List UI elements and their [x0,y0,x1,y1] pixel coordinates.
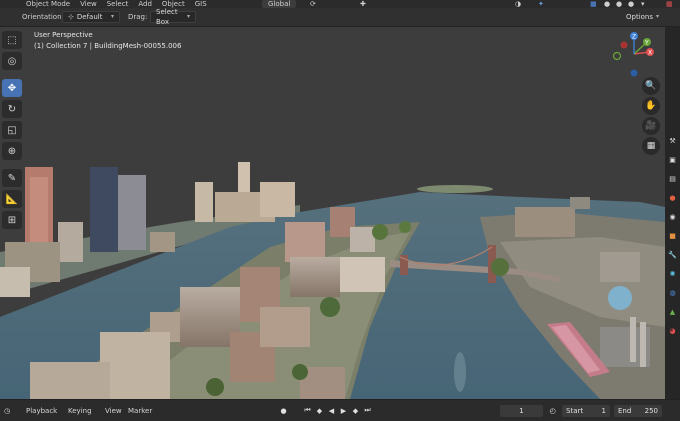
end-label: End [618,406,632,415]
jump-end-icon[interactable]: ⏭ [362,405,373,416]
start-value: 1 [601,406,606,415]
menu-gis[interactable]: GIS [195,0,207,8]
select-box-icon[interactable]: ⬚ [2,31,22,49]
transform-orientation-dropdown[interactable]: Global [262,0,297,8]
navigation-gizmo[interactable]: Z X Y [606,30,658,82]
scene-tab-icon[interactable]: ● [667,192,678,203]
chevron-down-icon: ▾ [186,13,190,20]
city-scene [0,27,665,399]
start-frame-field[interactable]: Start 1 [562,404,610,417]
chevron-down-icon: ▾ [656,13,660,20]
clock-icon[interactable]: ◷ [4,407,10,415]
annotate-icon[interactable]: ✎ [2,169,22,187]
zoom-icon[interactable]: 🔍 [642,77,660,95]
editor-icon[interactable]: ▦ [666,0,673,8]
data-tab-icon[interactable]: ▲ [667,306,678,317]
menu-playback[interactable]: Playback [26,407,57,415]
tool-settings-bar: Orientation: ⊹ Default ▾ Drag: Select Bo… [0,8,680,27]
tool-shelf: ⬚ ◎ ✥ ↻ ◱ ⊕ ✎ 📐 ⊞ [2,31,24,232]
next-keyframe-icon[interactable]: ◆ [350,405,361,416]
shading-options-icon[interactable]: ▾ [641,0,645,8]
scale-icon[interactable]: ◱ [2,121,22,139]
3d-viewport[interactable]: User Perspective (1) Collection 7 | Buil… [0,27,665,399]
xray-icon[interactable]: ■ [590,0,597,8]
view-name: User Perspective [34,31,93,39]
current-frame-field[interactable]: 1 [500,404,543,417]
particles-tab-icon[interactable]: ✺ [667,268,678,279]
orientation-axis-icon: ⊹ [68,13,74,21]
jump-start-icon[interactable]: ⏮ [302,405,313,416]
record-icon[interactable]: ● [278,405,289,416]
camera-icon[interactable]: 🎥 [642,117,660,135]
add-cube-icon[interactable]: ⊞ [2,211,22,229]
menu-add[interactable]: Add [138,0,152,8]
options-dropdown[interactable]: Options ▾ [621,11,661,23]
header-bar: Object Mode View Select Add Object GIS G… [0,0,680,8]
physics-tab-icon[interactable]: ◍ [667,287,678,298]
menu-marker[interactable]: Marker [128,407,152,415]
mode-selector[interactable]: Object Mode [26,0,70,8]
measure-icon[interactable]: 📐 [2,190,22,208]
modifier-tab-icon[interactable]: 🔧 [667,249,678,260]
shading-solid-icon[interactable]: ● [604,0,610,8]
visibility-icon[interactable]: ◑ [515,0,521,8]
snap-icon[interactable]: ✚ [360,0,366,8]
render-tab-icon[interactable]: ▣ [667,154,678,165]
chevron-down-icon: ▾ [110,13,114,20]
gizmo-x-label: X [648,49,652,56]
pan-hand-icon[interactable]: ✋ [642,97,660,115]
move-icon[interactable]: ✥ [2,79,22,97]
grid-view-icon[interactable]: ▦ [642,137,660,155]
gizmo-toggle-icon[interactable]: ✦ [538,0,544,8]
timeline-bar: ◷ Playback Keying View Marker ● ⏮ ◆ ◀ ▶ … [0,399,680,421]
play-icon[interactable]: ▶ [338,405,349,416]
rotate-icon[interactable]: ↻ [2,100,22,118]
options-label: Options [626,13,654,21]
output-tab-icon[interactable]: ▤ [667,173,678,184]
orientation-label: Orientation: [22,13,64,21]
clock-icon[interactable]: ◴ [547,405,558,416]
drag-label: Drag: [128,13,148,21]
menu-keying[interactable]: Keying [68,407,92,415]
menu-select[interactable]: Select [107,0,129,8]
menu-view[interactable]: View [105,407,122,415]
material-tab-icon[interactable]: ◕ [667,325,678,336]
properties-tabs: ⚒ ▣ ▤ ● ◉ ■ 🔧 ✺ ◍ ▲ ◕ [665,27,680,399]
gizmo-y-label: Y [644,39,649,46]
orientation-value: Default [76,13,103,21]
shading-material-icon[interactable]: ● [616,0,622,8]
active-object-label: (1) Collection 7 | BuildingMesh-00055.00… [34,42,182,50]
end-frame-field[interactable]: End 250 [614,404,662,417]
start-label: Start [566,406,584,415]
cursor-icon[interactable]: ◎ [2,52,22,70]
transform-icon[interactable]: ⊕ [2,142,22,160]
pivot-icon[interactable]: ⟳ [310,0,316,8]
world-tab-icon[interactable]: ◉ [667,211,678,222]
drag-value: Select Box [156,8,178,26]
gizmo-z-label: Z [632,33,636,40]
shading-rendered-icon[interactable]: ● [628,0,634,8]
object-tab-icon[interactable]: ■ [667,230,678,241]
end-value: 250 [644,406,658,415]
play-reverse-icon[interactable]: ◀ [326,405,337,416]
tool-tab-icon[interactable]: ⚒ [667,135,678,146]
prev-keyframe-icon[interactable]: ◆ [314,405,325,416]
drag-dropdown[interactable]: Select Box ▾ [150,8,196,26]
orientation-dropdown[interactable]: ⊹ Default ▾ [62,11,120,23]
menu-view[interactable]: View [80,0,97,8]
